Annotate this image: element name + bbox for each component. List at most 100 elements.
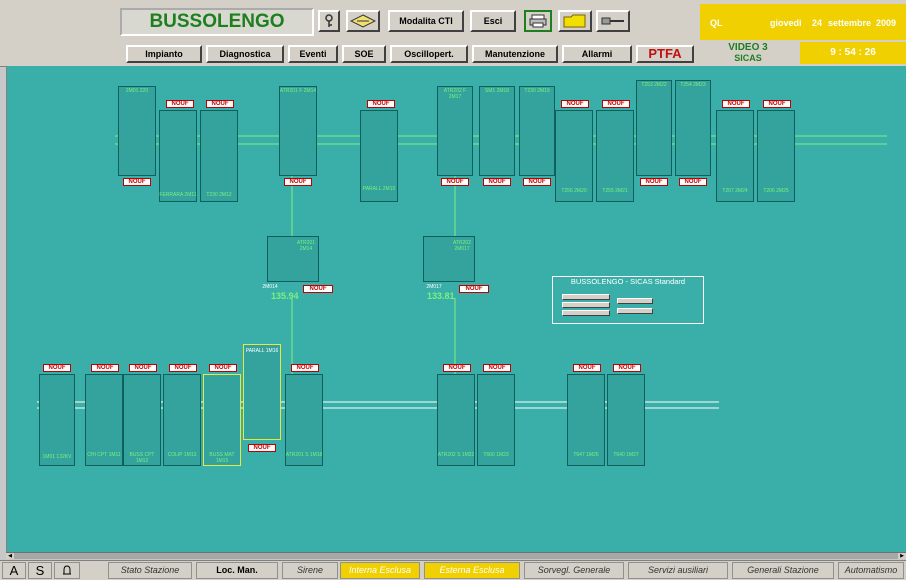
bay-u1-tag[interactable]: NOUF [123,178,151,186]
horizontal-scrollbar[interactable]: ◀ ▶ [6,552,906,559]
transformer-atr201-measure: 135.94 [271,291,299,301]
nav-impianto-button[interactable]: Impianto [126,45,202,63]
status-bar: A S Stato Stazione Loc. Man. Sirene Inte… [0,560,906,580]
bay-u7[interactable] [479,86,515,176]
bay-u8-tag[interactable]: NOUF [523,178,551,186]
bay-u1[interactable] [118,86,156,176]
bay-u2-name: FERRARA 2M11 [159,192,197,198]
bay-u10-tag[interactable]: NOUF [602,100,630,108]
bay-u11[interactable] [636,80,672,176]
nav-diagnostica-button[interactable]: Diagnostica [206,45,284,63]
folder-button[interactable] [558,10,592,32]
bay-l7-name: ATR201 S 1M18 [285,452,323,458]
transformer-atr202-code: 2M017 [426,284,442,290]
bay-l11-tag[interactable]: NOUF [613,364,641,372]
bay-u3-tag[interactable]: NOUF [206,100,234,108]
bay-l3-name: BUSS CPT 1M12 [129,452,155,464]
station-title: BUSSOLENGO [120,8,314,36]
key-button[interactable] [318,10,340,32]
transformer-atr201-code: 2M014 [262,284,278,290]
bay-u6-tag[interactable]: NOUF [441,178,469,186]
network-button[interactable] [346,10,380,32]
servizi-ausiliari[interactable]: Servizi ausiliari [628,562,728,579]
bay-u13-name: T207 2M24 [722,188,748,194]
scroll-right-icon[interactable]: ▶ [898,553,906,559]
bay-u3[interactable] [200,110,238,202]
bay-l10-tag[interactable]: NOUF [573,364,601,372]
bay-l9-name: T660 1M23 [483,452,509,458]
bay-l4-tag[interactable]: NOUF [169,364,197,372]
status-s-button[interactable]: S [28,562,52,579]
video-title: VIDEO 3 [728,42,768,53]
transformer-atr202-name: ATR202 2M017 [453,240,471,252]
bay-l10-name: T647 1M26 [573,452,599,458]
bay-u6-name: ATR202 F 2M17 [443,88,467,100]
info-button-1[interactable] [562,294,610,300]
nav-soe-button[interactable]: SOE [342,45,386,63]
ql-label: QL [710,18,723,28]
bay-l5-tag[interactable]: NOUF [209,364,237,372]
bay-l9-tag[interactable]: NOUF [483,364,511,372]
status-a-button[interactable]: A [2,562,26,579]
bay-u9-tag[interactable]: NOUF [561,100,589,108]
transformer-atr201-tag[interactable]: NOUF [303,285,333,293]
bay-l2-tag[interactable]: NOUF [91,364,119,372]
sirene-label[interactable]: Sirene [282,562,338,579]
transformer-atr202-tag[interactable]: NOUF [459,285,489,293]
info-button-3[interactable] [562,310,610,316]
weekday-label: giovedi [770,18,802,28]
video-subtitle: SICAS [734,53,762,63]
bay-u12-tag[interactable]: NOUF [679,178,707,186]
esci-button[interactable]: Esci [470,10,516,32]
bell-icon [63,564,71,574]
nav-eventi-button[interactable]: Eventi [288,45,338,63]
bay-l3-tag[interactable]: NOUF [129,364,157,372]
bay-u4[interactable] [279,86,317,176]
sorvegl-generale[interactable]: Sorvegl. Generale [524,562,624,579]
bay-u5-tag[interactable]: NOUF [367,100,395,108]
automatismo[interactable]: Automatismo [838,562,904,579]
interna-esclusa[interactable]: Interna Esclusa [340,562,420,579]
transformer-atr202-measure: 133.81 [427,291,455,301]
nav-manutenzione-button[interactable]: Manutenzione [472,45,558,63]
bay-u2[interactable] [159,110,197,202]
bell-button[interactable] [54,562,80,579]
info-button-5[interactable] [617,308,653,314]
bay-u1-name: 2M01 220 [125,88,149,94]
stato-stazione[interactable]: Stato Stazione [108,562,192,579]
bay-l6-tag[interactable]: NOUF [248,444,276,452]
bay-u11-name: T253 2M22 [641,82,667,88]
bay-u9-name: T256 2M20 [561,188,587,194]
nav-allarmi-button[interactable]: Allarmi [562,45,632,63]
cable-icon [601,17,624,25]
info-button-4[interactable] [617,298,653,304]
nav-oscillopert-button[interactable]: Oscillopert. [390,45,468,63]
bay-l7-tag[interactable]: NOUF [291,364,319,372]
info-button-2[interactable] [562,302,610,308]
bay-l1-name: 1M01 132KV [42,454,72,460]
bay-u4-tag[interactable]: NOUF [284,178,312,186]
bay-u13-tag[interactable]: NOUF [722,100,750,108]
bay-u11-tag[interactable]: NOUF [640,178,668,186]
bay-l1-tag[interactable]: NOUF [43,364,71,372]
bay-u12[interactable] [675,80,711,176]
loc-man[interactable]: Loc. Man. [196,562,278,579]
printer-button[interactable] [524,10,552,32]
bay-u14-tag[interactable]: NOUF [763,100,791,108]
bay-l6[interactable] [243,344,281,440]
ptfa-button[interactable]: PTFA [636,45,694,63]
date-bar: QL giovedi 24 settembre 2009 [700,4,906,40]
esterna-esclusa[interactable]: Esterna Esclusa [424,562,520,579]
bay-u8[interactable] [519,86,555,176]
bay-l2-name: CHI CPT 1M11 [87,452,121,458]
bay-l8-tag[interactable]: NOUF [443,364,471,372]
bay-u7-tag[interactable]: NOUF [483,178,511,186]
bay-u2-tag[interactable]: NOUF [166,100,194,108]
scroll-left-icon[interactable]: ◀ [6,553,14,559]
folder-icon [563,14,586,28]
bay-l1[interactable] [39,374,75,466]
bay-u7-name: SM1 2M18 [484,88,510,94]
generali-stazione[interactable]: Generali Stazione [732,562,834,579]
cable-button[interactable] [596,10,630,32]
modalita-cti-button[interactable]: Modalita CTI [388,10,464,32]
